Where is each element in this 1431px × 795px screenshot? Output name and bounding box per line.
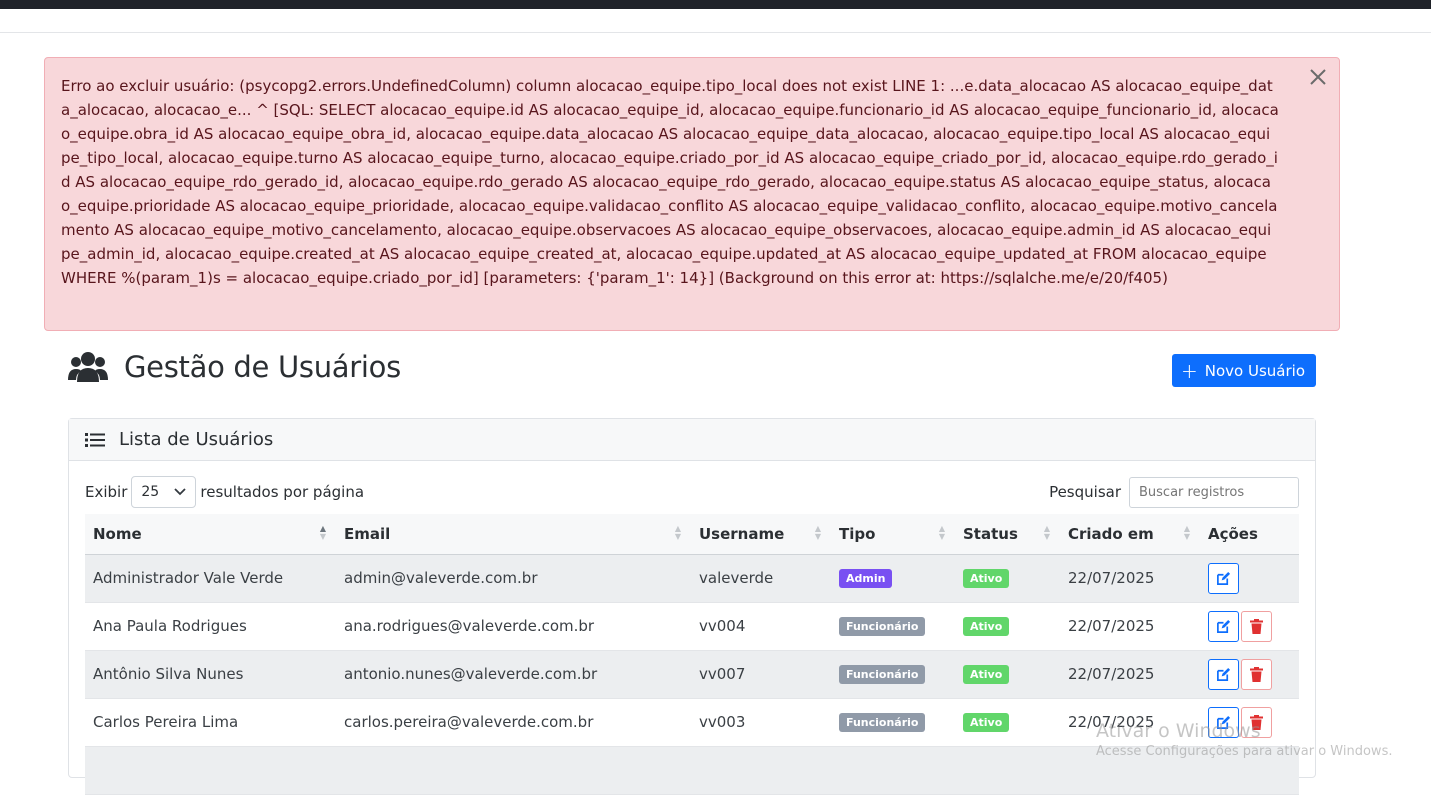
plus-icon: + bbox=[1181, 358, 1198, 383]
delete-button[interactable] bbox=[1241, 658, 1272, 690]
table-row: Ana Paula Rodrigues ana.rodrigues@valeve… bbox=[85, 602, 1299, 651]
sort-icon: ▲ ▼ bbox=[814, 524, 821, 541]
per-page-label: resultados por página bbox=[200, 483, 365, 501]
cell-criado: 22/07/2025 bbox=[1060, 602, 1200, 651]
new-user-button[interactable]: + Novo Usuário bbox=[1172, 354, 1316, 387]
status-badge: Ativo bbox=[963, 569, 1010, 588]
sort-icon: ▲ ▼ bbox=[674, 524, 681, 541]
search-input[interactable] bbox=[1129, 476, 1299, 508]
search-control: Pesquisar bbox=[1049, 476, 1299, 508]
cell-username: valeverde bbox=[691, 554, 831, 603]
cell-email: ana.rodrigues@valeverde.com.br bbox=[336, 602, 691, 651]
page-length-control: Exibir 25 resultados por página bbox=[85, 476, 364, 508]
cell-criado: 22/07/2025 bbox=[1060, 650, 1200, 699]
windows-activation-watermark: Ativar o Windows bbox=[1096, 720, 1261, 742]
windows-activation-subtext: Acesse Configurações para ativar o Windo… bbox=[1096, 744, 1393, 759]
sort-icon: ▲ ▼ bbox=[319, 524, 326, 541]
cell-username: vv004 bbox=[691, 602, 831, 651]
users-icon bbox=[68, 350, 108, 384]
edit-button[interactable] bbox=[1208, 610, 1239, 642]
list-icon bbox=[85, 432, 105, 448]
type-badge: Funcionário bbox=[839, 617, 926, 636]
column-header-email[interactable]: Email ▲ ▼ bbox=[336, 514, 691, 555]
edit-button[interactable] bbox=[1208, 658, 1239, 690]
edit-icon bbox=[1217, 571, 1231, 585]
cell-nome: Ana Paula Rodrigues bbox=[85, 602, 336, 651]
sort-icon: ▲ ▼ bbox=[1043, 524, 1050, 541]
status-badge: Ativo bbox=[963, 713, 1010, 732]
page-size-value: 25 bbox=[141, 484, 160, 500]
edit-button[interactable] bbox=[1208, 562, 1239, 594]
column-header-criado[interactable]: Criado em ▲ ▼ bbox=[1060, 514, 1200, 555]
card-header: Lista de Usuários bbox=[69, 419, 1315, 461]
error-message: Erro ao excluir usuário: (psycopg2.error… bbox=[61, 77, 1279, 287]
type-badge: Admin bbox=[839, 569, 893, 588]
cell-username: vv007 bbox=[691, 650, 831, 699]
trash-icon bbox=[1250, 618, 1263, 634]
show-label: Exibir bbox=[85, 483, 128, 501]
trash-icon bbox=[1250, 666, 1263, 682]
table-header-row: Nome ▲ ▼ Email ▲ ▼ Username ▲ ▼ Tipo ▲ ▼ Status ▲… bbox=[85, 514, 1299, 555]
type-badge: Funcionário bbox=[839, 713, 926, 732]
sort-icon: ▲ ▼ bbox=[938, 524, 945, 541]
cell-email: admin@valeverde.com.br bbox=[336, 554, 691, 603]
cell-username: vv003 bbox=[691, 698, 831, 747]
search-label: Pesquisar bbox=[1049, 483, 1121, 501]
cell-criado: 22/07/2025 bbox=[1060, 554, 1200, 603]
column-header-username[interactable]: Username ▲ ▼ bbox=[691, 514, 831, 555]
cell-nome: Antônio Silva Nunes bbox=[85, 650, 336, 699]
delete-button[interactable] bbox=[1241, 610, 1272, 642]
edit-icon bbox=[1217, 667, 1231, 681]
column-header-status[interactable]: Status ▲ ▼ bbox=[955, 514, 1060, 555]
close-icon[interactable] bbox=[1307, 66, 1329, 88]
cell-nome: Administrador Vale Verde bbox=[85, 554, 336, 603]
cell-email: antonio.nunes@valeverde.com.br bbox=[336, 650, 691, 699]
page-title: Gestão de Usuários bbox=[124, 350, 401, 384]
column-header-acoes: Ações bbox=[1200, 514, 1299, 555]
card-title: Lista de Usuários bbox=[119, 429, 274, 450]
column-header-nome[interactable]: Nome ▲ ▼ bbox=[85, 514, 336, 555]
table-row: Administrador Vale Verde admin@valeverde… bbox=[85, 554, 1299, 603]
table-row: Antônio Silva Nunes antonio.nunes@valeve… bbox=[85, 650, 1299, 699]
browser-top-bar bbox=[0, 0, 1431, 9]
chevron-down-icon bbox=[174, 484, 187, 500]
edit-icon bbox=[1217, 619, 1231, 633]
cell-nome: Carlos Pereira Lima bbox=[85, 698, 336, 747]
status-badge: Ativo bbox=[963, 665, 1010, 684]
new-user-label: Novo Usuário bbox=[1204, 361, 1305, 380]
navbar-strip bbox=[0, 9, 1431, 33]
table-controls: Exibir 25 resultados por página Pesquisa… bbox=[85, 476, 1299, 508]
column-header-tipo[interactable]: Tipo ▲ ▼ bbox=[831, 514, 955, 555]
error-alert: Erro ao excluir usuário: (psycopg2.error… bbox=[44, 57, 1340, 331]
status-badge: Ativo bbox=[963, 617, 1010, 636]
cell-email: carlos.pereira@valeverde.com.br bbox=[336, 698, 691, 747]
type-badge: Funcionário bbox=[839, 665, 926, 684]
page-size-select[interactable]: 25 bbox=[131, 476, 197, 508]
sort-icon: ▲ ▼ bbox=[1183, 524, 1190, 541]
page-header: Gestão de Usuários + Novo Usuário bbox=[68, 346, 1316, 392]
